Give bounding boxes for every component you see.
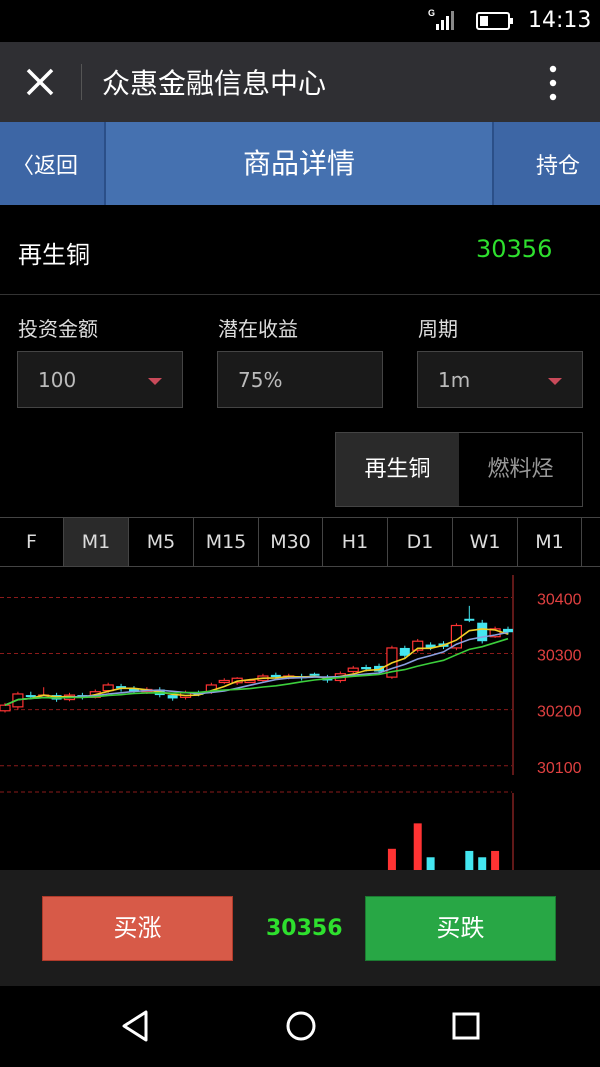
buy-down-button[interactable]: 买跌 xyxy=(365,896,556,961)
tab-period[interactable]: M1 xyxy=(64,518,129,566)
y-tick-label: 30100 xyxy=(537,760,582,777)
amount-label: 投资金额 xyxy=(18,317,98,341)
tab-period[interactable]: M1 xyxy=(518,518,582,566)
amount-select[interactable]: 100 xyxy=(17,351,183,408)
current-price: 30356 xyxy=(266,916,343,941)
profit-value: 75% xyxy=(238,368,283,392)
holdings-button[interactable]: 持仓 xyxy=(494,122,600,205)
candle-body xyxy=(167,695,178,699)
battery-icon xyxy=(476,12,513,30)
divider xyxy=(81,64,82,100)
candle-body xyxy=(0,704,11,712)
candle-body xyxy=(503,628,513,633)
tab-period[interactable]: W1 xyxy=(453,518,518,566)
product-toggle: 再生铜 燃料烃 xyxy=(335,432,583,507)
volume-bar xyxy=(413,823,422,870)
trade-bar: 买涨 30356 买跌 xyxy=(0,870,600,986)
candle-body xyxy=(347,667,359,673)
period-value: 1m xyxy=(438,368,471,392)
system-nav-bar xyxy=(0,986,600,1067)
product-info-row: 再生铜 30356 xyxy=(0,205,600,295)
chevron-down-icon xyxy=(548,378,562,385)
candle-body xyxy=(218,679,230,684)
tab-period[interactable]: D1 xyxy=(388,518,453,566)
webview-top-bar: 众惠金融信息中心 xyxy=(0,42,600,122)
back-button[interactable]: 〈返回 xyxy=(0,122,104,205)
holdings-label: 持仓 xyxy=(536,154,581,179)
toggle-option-inactive[interactable]: 燃料烃 xyxy=(459,433,582,506)
amount-value: 100 xyxy=(38,368,77,392)
candle-body xyxy=(464,618,475,621)
moving-average-line xyxy=(4,628,509,706)
tab-period[interactable]: M5 xyxy=(129,518,194,566)
volume-bar xyxy=(426,857,435,870)
close-icon[interactable] xyxy=(18,58,64,106)
y-tick-label: 30400 xyxy=(537,591,582,608)
more-options-icon[interactable] xyxy=(536,60,570,106)
svg-text:G: G xyxy=(428,8,435,18)
period-label: 周期 xyxy=(418,317,458,341)
period-tabs: F M1 M5 M15 M30 H1 D1 W1 M1 xyxy=(0,517,600,567)
volume-bar xyxy=(465,850,474,870)
candle-body xyxy=(361,667,372,670)
webview-title: 众惠金融信息中心 xyxy=(102,67,327,100)
profit-field[interactable]: 75% xyxy=(217,351,383,408)
candle-body xyxy=(309,673,320,676)
back-icon[interactable] xyxy=(116,1006,156,1046)
tab-period[interactable]: M30 xyxy=(259,518,323,566)
clock-time: 14:13 xyxy=(528,8,592,33)
kline-chart[interactable]: 30400 30300 30200 30100 xyxy=(0,567,600,870)
status-bar: G 14:13 xyxy=(0,0,600,42)
volume-bar xyxy=(387,848,396,870)
product-name: 再生铜 xyxy=(18,241,90,269)
recents-icon[interactable] xyxy=(446,1006,486,1046)
page-header: 〈返回 商品详情 持仓 xyxy=(0,122,600,205)
toggle-option-active[interactable]: 再生铜 xyxy=(336,433,459,506)
y-tick-label: 30300 xyxy=(537,648,582,665)
volume-bar xyxy=(491,850,500,870)
y-tick-label: 30200 xyxy=(537,704,582,721)
moving-average-line xyxy=(4,631,509,706)
volume-bar xyxy=(478,857,487,870)
page-title: 商品详情 xyxy=(242,147,355,180)
home-icon[interactable] xyxy=(281,1006,321,1046)
back-label: 〈返回 xyxy=(12,154,79,179)
chevron-down-icon xyxy=(148,378,162,385)
signal-icon: G xyxy=(428,8,454,30)
profit-label: 潜在收益 xyxy=(218,317,298,341)
period-select[interactable]: 1m xyxy=(417,351,583,408)
tab-period[interactable]: M15 xyxy=(194,518,259,566)
candle-body xyxy=(399,647,410,656)
tab-period[interactable]: H1 xyxy=(323,518,388,566)
product-price: 30356 xyxy=(476,235,553,263)
tab-period[interactable]: F xyxy=(0,518,64,566)
buy-up-button[interactable]: 买涨 xyxy=(42,896,233,961)
